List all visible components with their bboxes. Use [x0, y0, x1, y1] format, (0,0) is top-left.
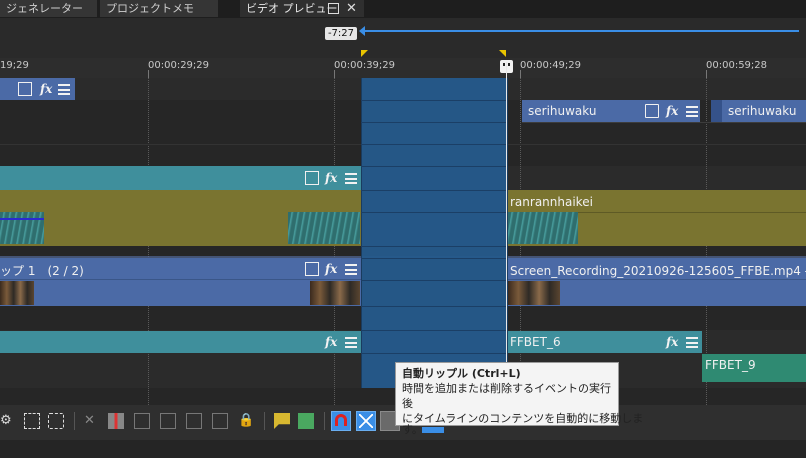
toolbar-separator — [264, 412, 265, 430]
selection-track-line — [361, 144, 506, 145]
track-divider — [506, 279, 806, 280]
loop-length-badge: -7:27 — [325, 27, 357, 40]
clip-menu-icon[interactable] — [345, 337, 357, 348]
trim-start-icon[interactable] — [134, 413, 150, 429]
track-divider — [0, 279, 361, 280]
clip-thumbnail — [288, 212, 360, 244]
status-bar — [0, 440, 806, 458]
clip-thumbnail — [0, 281, 34, 305]
timeline-ruler[interactable] — [0, 58, 806, 79]
fx-icon[interactable]: fx — [40, 82, 52, 96]
close-icon[interactable]: ✕ — [346, 1, 357, 16]
clip-title: ップ 1 (2 / 2) — [0, 264, 84, 278]
magnet-icon — [335, 414, 347, 426]
selection-track-line — [361, 280, 506, 281]
region-icon[interactable] — [298, 413, 314, 429]
ruler-label: 00:00:49;29 — [520, 60, 582, 71]
clip-menu-icon[interactable] — [345, 173, 357, 184]
lock-icon[interactable]: 🔒 — [238, 413, 254, 429]
clip-title: FFBET_9 — [705, 358, 756, 372]
ruler-tick — [148, 70, 149, 78]
clip-thumbnail — [508, 212, 578, 244]
audio-level-line — [0, 218, 44, 220]
trim-icon[interactable] — [108, 413, 124, 429]
clip-title: Screen_Recording_20210926-125605_FFBE.mp… — [510, 264, 806, 278]
tab-label: ビデオ プレビュー — [246, 2, 338, 15]
normal-edit-tool-icon[interactable]: ⚙ — [0, 413, 16, 429]
loop-start-marker[interactable] — [361, 50, 368, 57]
crossfade-icon — [359, 414, 373, 428]
tab-label: プロジェクトメモ — [106, 2, 194, 15]
tooltip-body-line: にタイムラインのコンテンツを自動的に移動しま — [402, 412, 644, 425]
group-icon[interactable] — [212, 413, 228, 429]
auto-ripple-tooltip: 自動リップル (Ctrl+L) 時間を追加または削除するイベントの実行後 にタイ… — [395, 362, 644, 436]
fx-icon[interactable]: fx — [325, 262, 337, 276]
tooltip-body-line: 時間を追加または削除するイベントの実行後 — [402, 382, 611, 410]
fx-icon[interactable]: fx — [325, 335, 337, 349]
ruler-tick — [706, 70, 707, 78]
selection-track-line — [361, 100, 506, 101]
selection-track-line — [361, 246, 506, 247]
playhead-line — [506, 62, 507, 388]
playhead-handle-mark — [503, 63, 505, 66]
tab-label: ジェネレーター — [6, 2, 83, 15]
time-selection-region[interactable] — [361, 78, 508, 388]
selection-track-line — [361, 353, 506, 354]
selection-track-line — [361, 212, 506, 213]
clip-title: serihuwaku — [728, 104, 797, 118]
fx-icon[interactable]: fx — [666, 335, 678, 349]
selection-track-line — [361, 122, 506, 123]
track4-clip-left[interactable] — [0, 331, 361, 353]
selection-track-line — [361, 166, 506, 167]
clip-menu-icon[interactable] — [686, 106, 698, 117]
delete-icon[interactable]: ✕ — [84, 413, 100, 429]
tab-project-notes[interactable]: プロジェクトメモ — [100, 0, 218, 17]
clip-fade-region — [711, 100, 722, 122]
fx-icon[interactable]: fx — [325, 171, 337, 185]
crop-icon[interactable] — [305, 171, 319, 185]
loop-region-line[interactable] — [362, 30, 799, 32]
toolbar-separator — [324, 412, 325, 430]
clip-title: ranrannhaikei — [510, 195, 593, 209]
playhead-handle-mark — [508, 63, 510, 66]
ruler-tick — [334, 70, 335, 78]
clip-thumbnail — [310, 281, 360, 305]
fx-icon[interactable]: fx — [666, 104, 678, 118]
crop-icon[interactable] — [645, 104, 659, 118]
clip-title: serihuwaku — [528, 104, 597, 118]
toolbar-separator — [74, 412, 75, 430]
ruler-label: 00:00:39;29 — [334, 60, 396, 71]
maximize-icon[interactable] — [328, 3, 339, 14]
ruler-label: 19;29 — [0, 60, 29, 71]
track-divider — [522, 122, 806, 123]
tab-generator[interactable]: ジェネレーター — [0, 0, 97, 17]
clip-thumbnail — [508, 281, 560, 305]
clip-title: FFBET_6 — [510, 335, 561, 349]
selection-track-line — [361, 258, 506, 259]
zoom-tool-icon[interactable] — [48, 413, 64, 429]
selection-tool-icon[interactable] — [24, 413, 40, 429]
loop-start-arrow-icon — [359, 26, 365, 36]
pan-crop-icon[interactable] — [18, 82, 32, 96]
clip-menu-icon[interactable] — [686, 337, 698, 348]
ruler-tick — [520, 70, 521, 78]
split-icon[interactable] — [186, 413, 202, 429]
ruler-label: 00:00:59;28 — [706, 60, 768, 71]
clip-thumbnail — [0, 212, 44, 244]
tooltip-title: 自動リップル (Ctrl+L) — [402, 367, 521, 380]
loop-region-bar — [0, 18, 806, 58]
clip-menu-icon[interactable] — [345, 264, 357, 275]
selection-track-line — [361, 190, 506, 191]
loop-end-marker[interactable] — [499, 50, 506, 57]
selection-track-line — [361, 306, 506, 307]
ruler-label: 00:00:29;29 — [148, 60, 210, 71]
trim-end-icon[interactable] — [160, 413, 176, 429]
crop-icon[interactable] — [305, 262, 319, 276]
clip-menu-icon[interactable] — [58, 84, 70, 95]
selection-track-line — [361, 330, 506, 331]
